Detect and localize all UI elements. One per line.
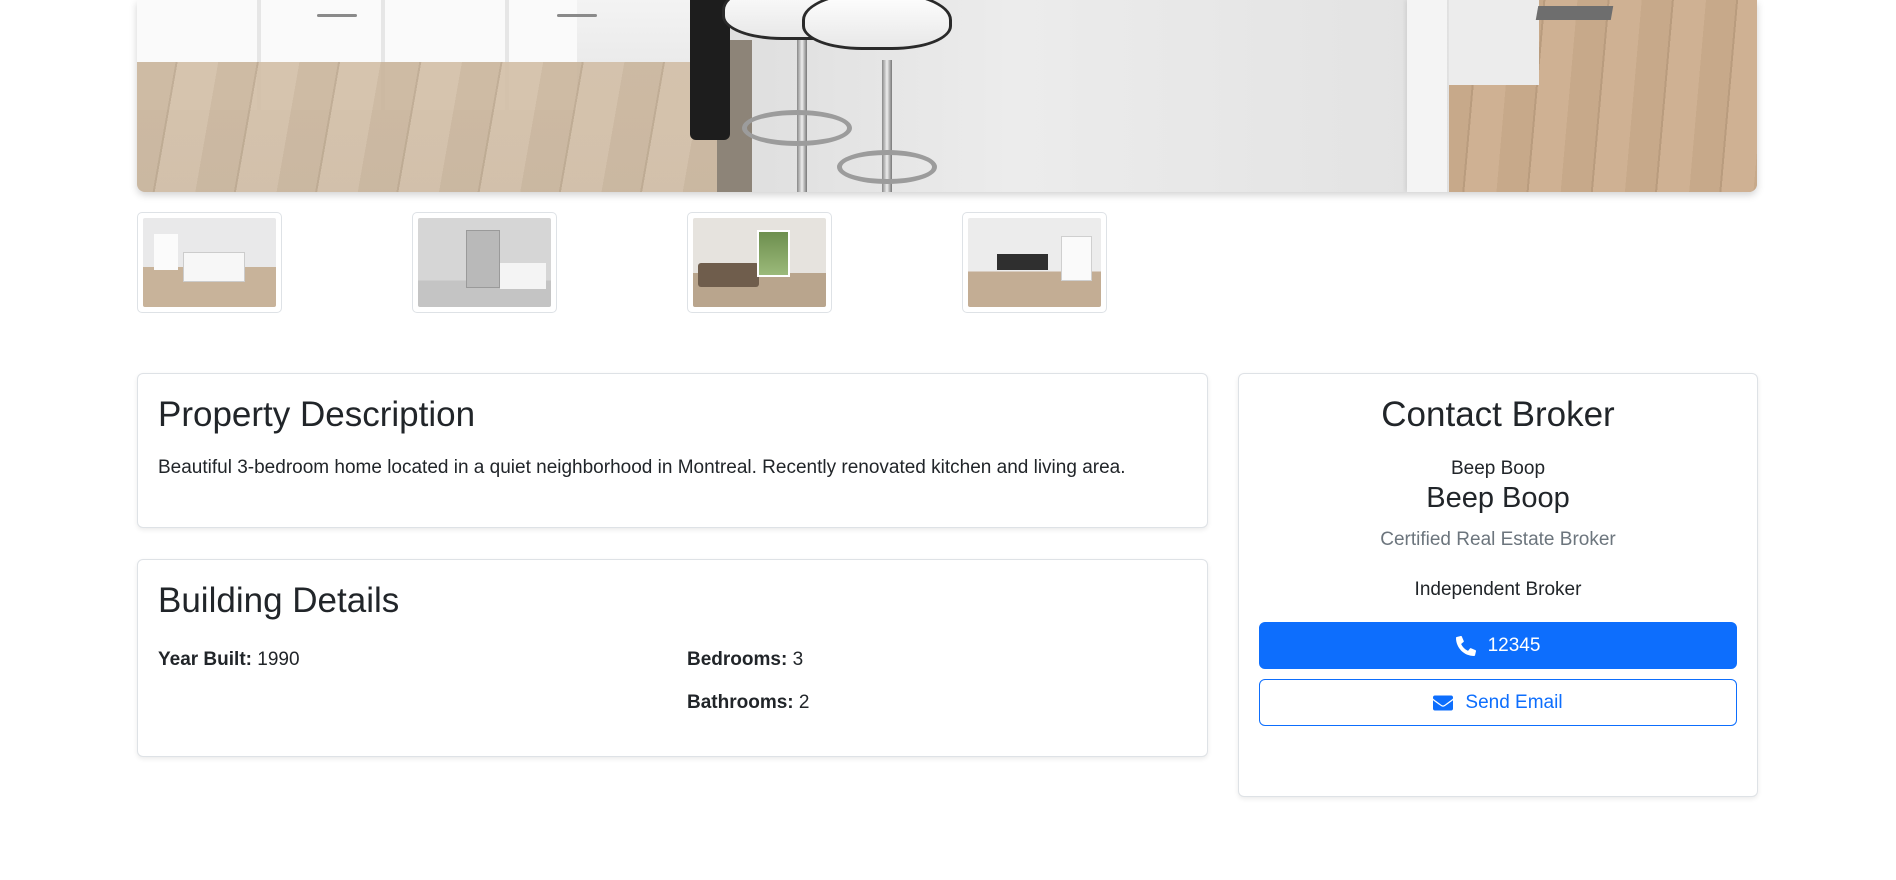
bathrooms-value: 2 — [798, 692, 810, 713]
bathrooms-row: Bathrooms: 2 — [687, 690, 809, 717]
broker-role: Certified Real Estate Broker — [1380, 529, 1616, 550]
description-title: Property Description — [158, 395, 476, 434]
description-text: Beautiful 3-bedroom home located in a qu… — [158, 457, 1126, 478]
bathroom-thumbnail-image — [418, 218, 551, 307]
year-built-label: Year Built: — [158, 649, 252, 670]
year-built-value: 1990 — [257, 649, 300, 670]
dining-thumbnail-image — [968, 218, 1101, 307]
thumbnail-bathroom[interactable] — [412, 212, 557, 313]
year-built-row: Year Built: 1990 — [158, 647, 300, 674]
broker-name: Beep Boop — [1426, 482, 1570, 514]
building-details-card: Building Details Year Built: 1990 Bedroo… — [137, 559, 1208, 757]
building-details-title: Building Details — [158, 581, 400, 620]
contact-broker-title: Contact Broker — [1381, 395, 1615, 434]
bedrooms-row: Bedrooms: 3 — [687, 647, 803, 674]
broker-username: Beep Boop — [1450, 458, 1546, 479]
contact-broker-card: Contact Broker Beep Boop Beep Boop Certi… — [1238, 373, 1758, 797]
kitchen-thumbnail-image — [143, 218, 276, 307]
call-broker-button[interactable]: 12345 — [1259, 622, 1737, 669]
send-email-label: Send Email — [1465, 691, 1563, 713]
envelope-icon — [1433, 695, 1454, 711]
bathrooms-label: Bathrooms: — [687, 692, 794, 713]
property-description-card: Property Description Beautiful 3-bedroom… — [137, 373, 1208, 528]
living-room-thumbnail-image — [693, 218, 826, 307]
thumbnail-dining[interactable] — [962, 212, 1107, 313]
send-email-button[interactable]: Send Email — [1259, 679, 1737, 726]
phone-icon — [1455, 635, 1476, 656]
broker-agency: Independent Broker — [1414, 579, 1582, 600]
bedrooms-value: 3 — [792, 649, 804, 670]
bedrooms-label: Bedrooms: — [687, 649, 788, 670]
phone-number: 12345 — [1487, 634, 1541, 656]
thumbnail-living-room[interactable] — [687, 212, 832, 313]
main-property-image — [137, 0, 1757, 192]
thumbnail-kitchen[interactable] — [137, 212, 282, 313]
